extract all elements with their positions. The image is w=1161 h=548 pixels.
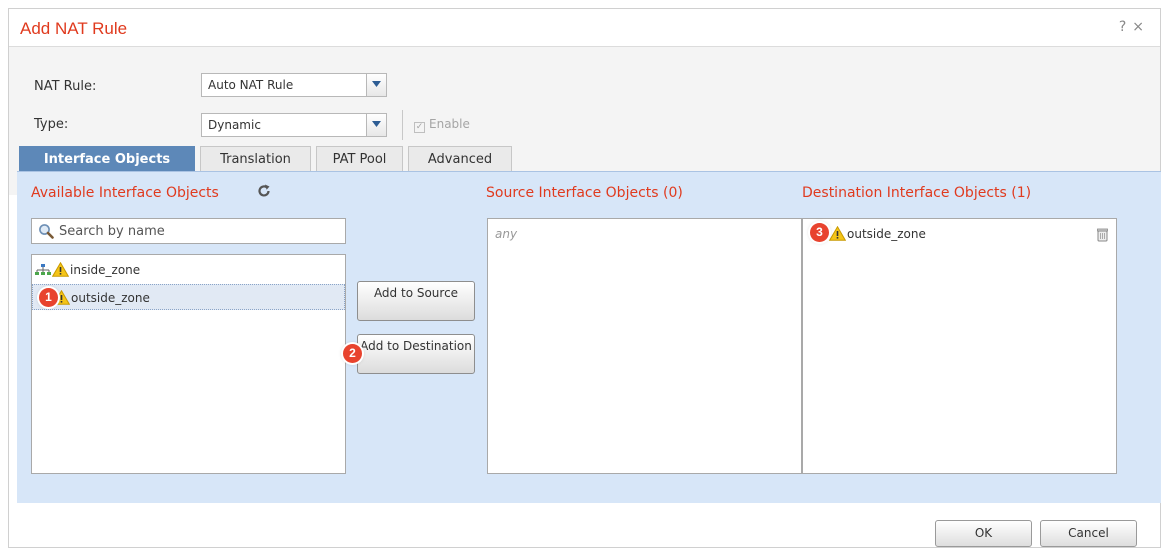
add-to-source-label: Add to Source bbox=[373, 286, 459, 300]
warning-icon bbox=[51, 261, 70, 280]
type-value: Dynamic bbox=[208, 118, 261, 132]
search-placeholder: Search by name bbox=[59, 224, 165, 239]
interface-objects-panel: Available Interface Objects Search by na… bbox=[17, 171, 1161, 503]
available-objects-list[interactable]: inside_zone outside_zone bbox=[31, 254, 346, 474]
callout-badge: 2 bbox=[343, 344, 362, 363]
type-label: Type: bbox=[34, 117, 69, 132]
tab-pat-pool[interactable]: PAT Pool bbox=[316, 146, 403, 171]
add-to-destination-button[interactable]: Add to Destination bbox=[357, 334, 475, 374]
dialog-actions: ?× bbox=[1119, 19, 1150, 35]
nat-rule-label: NAT Rule: bbox=[34, 79, 97, 94]
list-item-label: outside_zone bbox=[847, 227, 926, 241]
ok-button[interactable]: OK bbox=[935, 520, 1032, 547]
tab-interface-objects[interactable]: Interface Objects bbox=[19, 146, 195, 171]
source-objects-title: Source Interface Objects (0) bbox=[486, 185, 683, 201]
list-item-label: outside_zone bbox=[71, 291, 150, 305]
type-select[interactable]: Dynamic bbox=[201, 113, 387, 137]
list-item-outside-zone[interactable]: outside_zone bbox=[803, 221, 1116, 247]
dialog-titlebar: Add NAT Rule ?× bbox=[9, 9, 1160, 47]
network-icon bbox=[35, 264, 51, 279]
cancel-button[interactable]: Cancel bbox=[1040, 520, 1137, 547]
add-to-source-button[interactable]: Add to Source bbox=[357, 281, 475, 321]
nat-rule-select[interactable]: Auto NAT Rule bbox=[201, 73, 387, 97]
add-to-destination-label: Add to Destination bbox=[360, 339, 472, 353]
list-item-label: inside_zone bbox=[70, 263, 141, 277]
refresh-icon[interactable] bbox=[257, 184, 271, 202]
chevron-down-icon[interactable] bbox=[366, 74, 386, 96]
enable-label: Enable bbox=[429, 117, 470, 131]
warning-icon bbox=[828, 225, 847, 244]
destination-objects-list[interactable]: outside_zone bbox=[802, 218, 1117, 474]
trash-icon[interactable] bbox=[1097, 228, 1108, 245]
close-icon[interactable]: × bbox=[1132, 19, 1150, 35]
checkbox-checked-icon[interactable]: ✓ bbox=[414, 122, 425, 133]
dialog-title: Add NAT Rule bbox=[20, 19, 128, 38]
add-nat-rule-dialog: Add NAT Rule ?× NAT Rule: Auto NAT Rule … bbox=[8, 8, 1161, 548]
chevron-down-icon[interactable] bbox=[366, 114, 386, 136]
destination-objects-title: Destination Interface Objects (1) bbox=[802, 185, 1032, 201]
available-objects-title: Available Interface Objects bbox=[31, 185, 219, 201]
source-empty-text: any bbox=[495, 227, 518, 241]
divider bbox=[402, 110, 403, 140]
search-icon bbox=[38, 223, 54, 242]
tab-translation[interactable]: Translation bbox=[200, 146, 311, 171]
callout-badge: 1 bbox=[39, 288, 58, 307]
list-item-outside-zone[interactable]: outside_zone bbox=[32, 284, 345, 310]
source-objects-list[interactable]: any bbox=[487, 218, 802, 474]
list-item-inside-zone[interactable]: inside_zone bbox=[32, 257, 345, 283]
help-icon[interactable]: ? bbox=[1119, 19, 1132, 35]
callout-badge: 3 bbox=[810, 223, 829, 242]
enable-checkbox[interactable]: ✓ Enable bbox=[414, 117, 470, 133]
nat-rule-value: Auto NAT Rule bbox=[208, 78, 294, 92]
tab-advanced[interactable]: Advanced bbox=[408, 146, 512, 171]
search-input[interactable]: Search by name bbox=[31, 218, 346, 244]
